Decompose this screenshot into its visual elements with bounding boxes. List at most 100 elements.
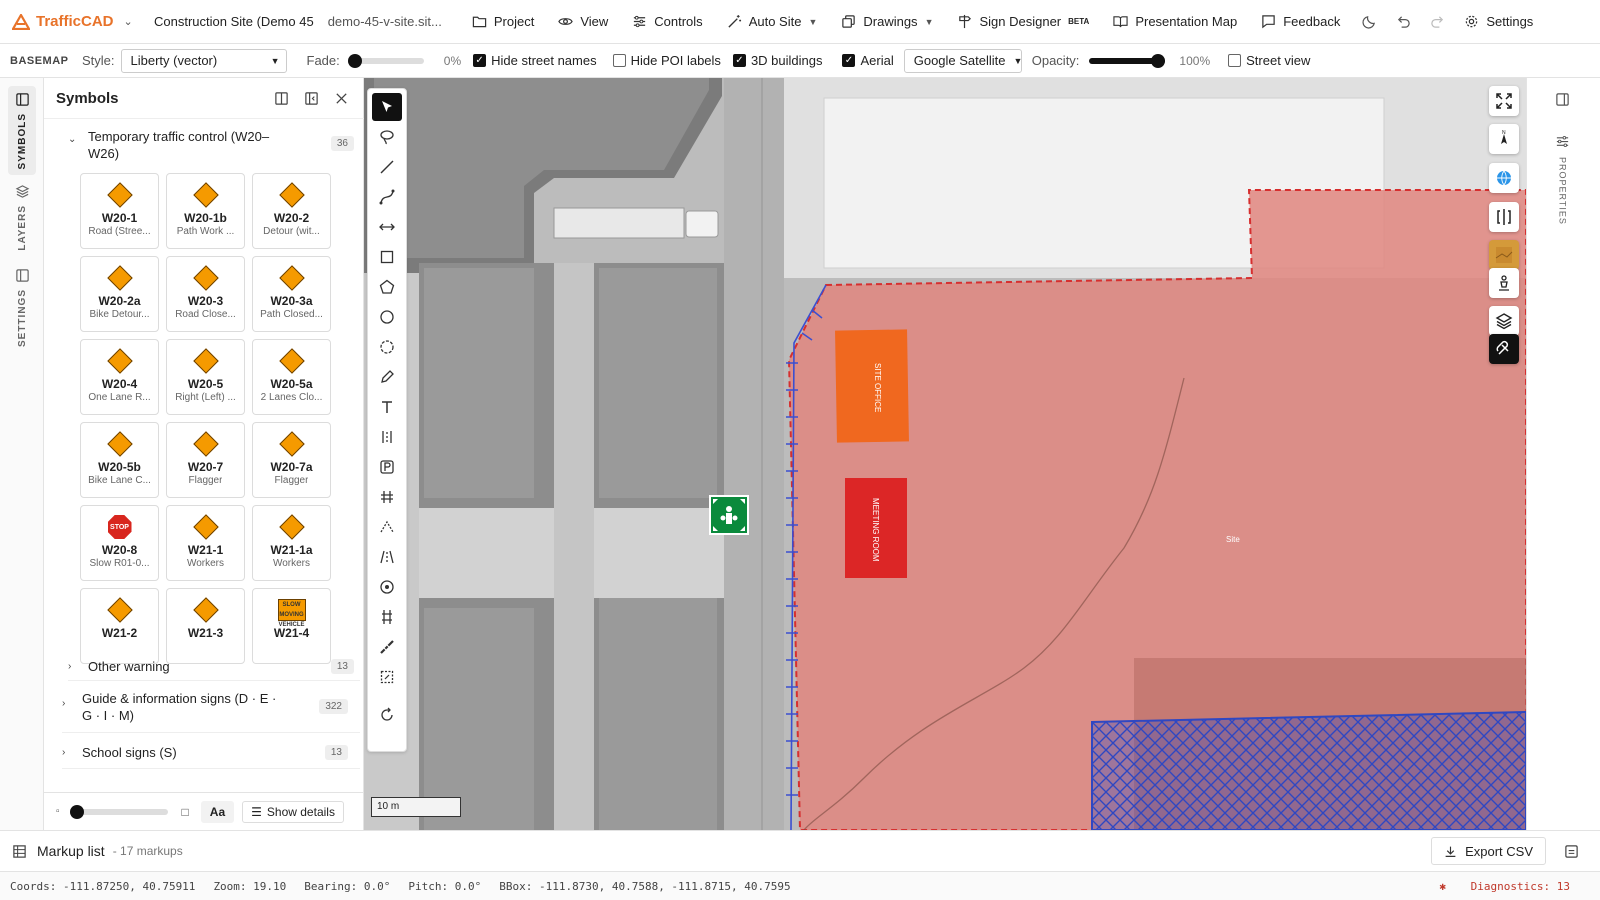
rail-tab-symbols[interactable]: SYMBOLS [8, 86, 36, 176]
lasso-tool[interactable] [372, 123, 402, 151]
sign-card-w20-1b[interactable]: W20-1b Path Work ... [166, 173, 245, 249]
dashed-circle-tool[interactable] [372, 333, 402, 361]
redo-button[interactable] [1420, 0, 1454, 44]
collapse-panel-button[interactable] [303, 90, 319, 106]
text-tool[interactable] [372, 393, 402, 421]
category-guide-information[interactable]: › Guide & information signs (D · E · G ·… [62, 690, 354, 726]
sign-card-w20-4[interactable]: W20-4 One Lane R... [80, 339, 159, 415]
sign-card-w21-1[interactable]: W21-1 Workers [166, 505, 245, 581]
measure-tool[interactable] [372, 633, 402, 661]
menu-view[interactable]: View [546, 0, 620, 44]
hide-poi-labels-toggle[interactable]: Hide POI labels [612, 53, 721, 68]
buildings-3d-toggle[interactable]: ✓ 3D buildings [732, 53, 822, 68]
markup-list-title[interactable]: Markup list [37, 843, 105, 859]
fade-slider-handle[interactable] [347, 53, 362, 68]
check-icon[interactable]: ✓ [473, 54, 487, 67]
close-panel-button[interactable] [333, 90, 349, 106]
sign-card-w20-2a[interactable]: W20-2a Bike Detour... [80, 256, 159, 332]
menu-settings[interactable]: Settings [1454, 0, 1545, 44]
checkbox-icon[interactable] [1228, 54, 1242, 67]
toggle-right-panel-button[interactable] [1555, 92, 1570, 107]
road-tool[interactable] [372, 543, 402, 571]
checkbox-icon[interactable] [612, 54, 626, 67]
hide-street-names-toggle[interactable]: ✓ Hide street names [473, 53, 597, 68]
export-csv-button[interactable]: Export CSV [1431, 837, 1546, 865]
fade-slider[interactable] [347, 53, 424, 68]
category-temporary-traffic-control[interactable]: ⌄ Temporary traffic control (W20– W26) 3… [68, 128, 360, 164]
sign-card-w20-7[interactable]: W20-7 Flagger [166, 422, 245, 498]
sign-card-w20-3a[interactable]: W20-3a Path Closed... [252, 256, 331, 332]
crosswalk-tool[interactable] [372, 483, 402, 511]
area-select-tool[interactable] [372, 663, 402, 691]
taper-tool[interactable] [372, 513, 402, 541]
menu-presentation-map[interactable]: Presentation Map [1101, 0, 1249, 44]
diagnostics-button[interactable]: ✱ Diagnostics: 13 [1439, 880, 1588, 893]
map-canvas[interactable]: SITE OFFICE MEETING ROOM Site [364, 78, 1526, 830]
menu-sign-designer[interactable]: Sign Designer BETA [945, 0, 1101, 44]
sign-card-w20-5[interactable]: W20-5 Right (Left) ... [166, 339, 245, 415]
rotate-tool[interactable] [372, 701, 402, 729]
sign-card-w21-2[interactable]: W21-2 [80, 588, 159, 664]
category-school-signs[interactable]: › School signs (S) 13 [62, 742, 354, 762]
curve-tool[interactable] [372, 183, 402, 211]
rail-tab-settings[interactable]: SETTINGS [8, 268, 36, 347]
select-tool[interactable] [372, 93, 402, 121]
markup-panel-toggle[interactable] [1556, 844, 1586, 859]
category-other-warning[interactable]: › Other warning 13 [68, 656, 360, 676]
project-title[interactable]: Construction Site (Demo 45 [154, 14, 314, 29]
style-select[interactable]: Liberty (vector) ▼ [120, 48, 287, 73]
fullscreen-button[interactable] [1489, 86, 1519, 116]
circle-tool[interactable] [372, 303, 402, 331]
globe-button[interactable] [1489, 163, 1519, 193]
menu-auto-site[interactable]: Auto Site ▼ [715, 0, 830, 44]
target-tool[interactable] [372, 573, 402, 601]
sign-card-w21-3[interactable]: W21-3 [166, 588, 245, 664]
sign-card-w20-2[interactable]: W20-2 Detour (wit... [252, 173, 331, 249]
pencil-tool[interactable] [372, 363, 402, 391]
menu-feedback[interactable]: Feedback [1249, 0, 1352, 44]
split-view-button[interactable] [273, 90, 289, 106]
sign-card-w21-1a[interactable]: W21-1a Workers [252, 505, 331, 581]
aerial-toggle[interactable]: ✓ Aerial [842, 53, 894, 68]
street-view-button[interactable] [1489, 268, 1519, 298]
opacity-slider-handle[interactable] [1151, 53, 1166, 68]
sign-card-w20-5b[interactable]: W20-5b Bike Lane C... [80, 422, 159, 498]
snap-button[interactable] [1489, 334, 1519, 364]
sign-card-w20-7a[interactable]: W20-7a Flagger [252, 422, 331, 498]
menu-project[interactable]: Project [460, 0, 546, 44]
show-details-button[interactable]: ☰ Show details [242, 800, 344, 823]
menu-drawings[interactable]: Drawings ▼ [829, 0, 945, 44]
parking-tool[interactable] [372, 453, 402, 481]
dimension-tool[interactable] [372, 213, 402, 241]
aerial-source-select[interactable]: Google Satellite ▼ [903, 48, 1022, 73]
rail-tab-properties[interactable]: PROPERTIES [1555, 134, 1570, 225]
compass-button[interactable]: N [1489, 124, 1519, 154]
rail-tab-layers[interactable]: LAYERS [8, 184, 36, 251]
street-view-toggle[interactable]: Street view [1228, 53, 1310, 68]
site-office[interactable] [835, 329, 909, 443]
symbol-size-slider-handle[interactable] [69, 804, 84, 819]
basemap-thumbnail-button[interactable] [1489, 240, 1519, 270]
rail-crossing-tool[interactable] [372, 603, 402, 631]
app-brand[interactable]: TrafficCAD ⌄ [0, 13, 140, 30]
panel-right-icon [1556, 93, 1569, 106]
sign-card-w21-4[interactable]: SLOW MOVING VEHICLE W21-4 [252, 588, 331, 664]
sign-card-w20-8[interactable]: STOP W20-8 Slow R01-0... [80, 505, 159, 581]
opacity-slider[interactable] [1089, 53, 1166, 68]
polygon-tool[interactable] [372, 273, 402, 301]
check-icon[interactable]: ✓ [842, 54, 856, 67]
sign-card-w20-3[interactable]: W20-3 Road Close... [166, 256, 245, 332]
sign-card-w20-5a[interactable]: W20-5a 2 Lanes Clo... [252, 339, 331, 415]
font-toggle-button[interactable]: Aa [200, 800, 235, 823]
check-icon[interactable]: ✓ [732, 54, 746, 67]
menu-controls[interactable]: Controls [620, 0, 714, 44]
undo-button[interactable] [1386, 0, 1420, 44]
lane-tool[interactable] [372, 423, 402, 451]
compare-button[interactable] [1489, 202, 1519, 232]
line-tool[interactable] [372, 153, 402, 181]
sign-card-w20-1[interactable]: W20-1 Road (Stree... [80, 173, 159, 249]
layers-button[interactable] [1489, 306, 1519, 336]
rectangle-tool[interactable] [372, 243, 402, 271]
dark-mode-button[interactable] [1352, 0, 1386, 44]
symbol-size-slider[interactable] [69, 804, 168, 819]
